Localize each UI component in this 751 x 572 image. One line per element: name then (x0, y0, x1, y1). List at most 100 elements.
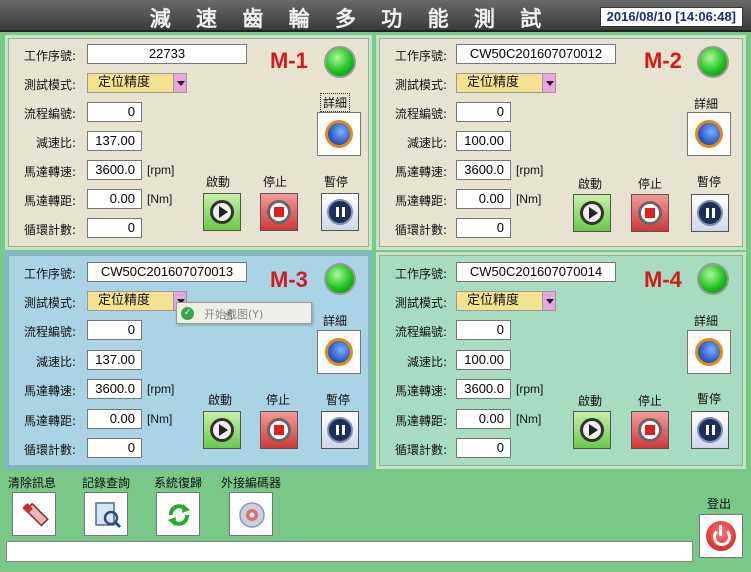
torque-label: 馬達轉距: (24, 414, 77, 428)
external-encoder-button[interactable] (229, 492, 273, 536)
mode-label: 測試模式: (24, 78, 77, 92)
serial-label: 工作序號: (395, 267, 448, 281)
external-encoder-label: 外接編碼器 (221, 476, 282, 490)
start-button[interactable] (573, 411, 611, 449)
mode-label: 測試模式: (395, 296, 448, 310)
machine-panel-m4: 工作序號: CW50C201607070014 M-4 測試模式: 定位精度 詳… (376, 252, 746, 469)
system-restore-label: 系統復歸 (154, 476, 203, 490)
torque-field[interactable]: 0.00 (87, 409, 142, 429)
machine-panel-m3: 工作序號: CW50C201607070013 M-3 測試模式: 定位精度 詳… (5, 252, 372, 469)
machine-name: M-1 (270, 48, 308, 73)
stop-button[interactable] (260, 193, 298, 231)
clear-messages-label: 清除訊息 (8, 476, 57, 490)
ratio-field[interactable]: 137.00 (87, 131, 142, 151)
play-icon (580, 201, 604, 225)
pause-button[interactable] (691, 194, 729, 232)
record-query-button[interactable] (84, 492, 128, 536)
mode-dropdown[interactable]: 定位精度 (456, 291, 556, 311)
cycle-field[interactable]: 0 (87, 218, 142, 238)
clear-messages-button[interactable] (12, 492, 56, 536)
rpm-unit: [rpm] (516, 163, 544, 177)
detail-button[interactable] (687, 112, 731, 156)
speed-label: 馬達轉速: (395, 165, 448, 179)
ratio-label: 減速比: (407, 355, 448, 369)
cycle-field[interactable]: 0 (87, 438, 142, 458)
serial-field[interactable]: CW50C201607070013 (87, 262, 247, 282)
datetime-display: 2016/08/10 [14:06:48] (599, 7, 743, 27)
serial-label: 工作序號: (24, 49, 77, 63)
flow-field[interactable]: 0 (87, 102, 142, 122)
flow-field[interactable]: 0 (456, 102, 511, 122)
stop-button[interactable] (631, 411, 669, 449)
speed-label: 馬達轉速: (24, 384, 77, 398)
mode-dropdown[interactable]: 定位精度 (87, 291, 187, 311)
serial-field[interactable]: CW50C201607070014 (456, 262, 616, 282)
serial-field[interactable]: CW50C201607070012 (456, 44, 616, 64)
detail-icon (695, 120, 723, 148)
detail-label: 詳細 (320, 93, 351, 112)
detail-button[interactable] (317, 112, 361, 156)
ratio-field[interactable]: 100.00 (456, 131, 511, 151)
stop-label: 停止 (638, 394, 663, 408)
machine-name: M-3 (270, 267, 308, 292)
detail-button[interactable] (687, 330, 731, 374)
torque-field[interactable]: 0.00 (456, 409, 511, 429)
speed-field[interactable]: 3600.0 (87, 379, 142, 399)
status-led (324, 263, 356, 295)
start-button[interactable] (203, 411, 241, 449)
speed-field[interactable]: 3600.0 (87, 160, 142, 180)
logout-button[interactable] (699, 514, 743, 558)
rpm-unit: [rpm] (147, 382, 175, 396)
pause-icon (327, 199, 353, 225)
start-button[interactable] (203, 193, 241, 231)
stop-icon (638, 418, 662, 442)
pause-label: 暫停 (326, 393, 351, 407)
stop-label: 停止 (266, 393, 291, 407)
chevron-down-icon[interactable] (542, 291, 556, 311)
cycle-field[interactable]: 0 (456, 218, 511, 238)
play-icon (210, 418, 234, 442)
chevron-down-icon[interactable] (542, 73, 556, 93)
serial-field[interactable]: 22733 (87, 44, 247, 64)
detail-icon (325, 338, 353, 366)
flow-label: 流程編號: (24, 107, 77, 121)
cycle-field[interactable]: 0 (456, 438, 511, 458)
speed-field[interactable]: 3600.0 (456, 379, 511, 399)
record-query-label: 記錄查詢 (82, 476, 131, 490)
ratio-label: 減速比: (36, 136, 77, 150)
mode-value: 定位精度 (98, 293, 151, 308)
speed-field[interactable]: 3600.0 (456, 160, 511, 180)
pause-button[interactable] (321, 411, 359, 449)
mode-dropdown[interactable]: 定位精度 (456, 73, 556, 93)
stop-label: 停止 (263, 175, 288, 189)
pause-icon (327, 417, 353, 443)
flow-label: 流程編號: (395, 325, 448, 339)
flow-field[interactable]: 0 (87, 320, 142, 340)
mode-dropdown[interactable]: 定位精度 (87, 73, 187, 93)
pause-button[interactable] (691, 411, 729, 449)
detail-label: 詳細 (694, 97, 719, 111)
chevron-down-icon[interactable] (173, 73, 187, 93)
torque-field[interactable]: 0.00 (87, 189, 142, 209)
ratio-field[interactable]: 100.00 (456, 350, 511, 370)
ratio-label: 減速比: (407, 136, 448, 150)
detail-button[interactable] (317, 330, 361, 374)
serial-label: 工作序號: (395, 49, 448, 63)
stop-button[interactable] (260, 411, 298, 449)
nm-unit: [Nm] (516, 412, 542, 426)
torque-field[interactable]: 0.00 (456, 189, 511, 209)
machine-panel-m2: 工作序號: CW50C201607070012 M-2 測試模式: 定位精度 詳… (376, 35, 746, 250)
pause-button[interactable] (321, 193, 359, 231)
ratio-field[interactable]: 137.00 (87, 350, 142, 370)
status-led (324, 46, 356, 78)
stop-button[interactable] (631, 194, 669, 232)
power-icon (706, 521, 736, 551)
cycle-label: 循環計數: (395, 223, 448, 237)
system-restore-button[interactable] (156, 492, 200, 536)
flow-field[interactable]: 0 (456, 320, 511, 340)
speed-label: 馬達轉速: (395, 384, 448, 398)
pause-label: 暫停 (697, 392, 722, 406)
start-button[interactable] (573, 194, 611, 232)
ratio-label: 減速比: (36, 355, 77, 369)
check-icon: ✓ (181, 307, 194, 320)
